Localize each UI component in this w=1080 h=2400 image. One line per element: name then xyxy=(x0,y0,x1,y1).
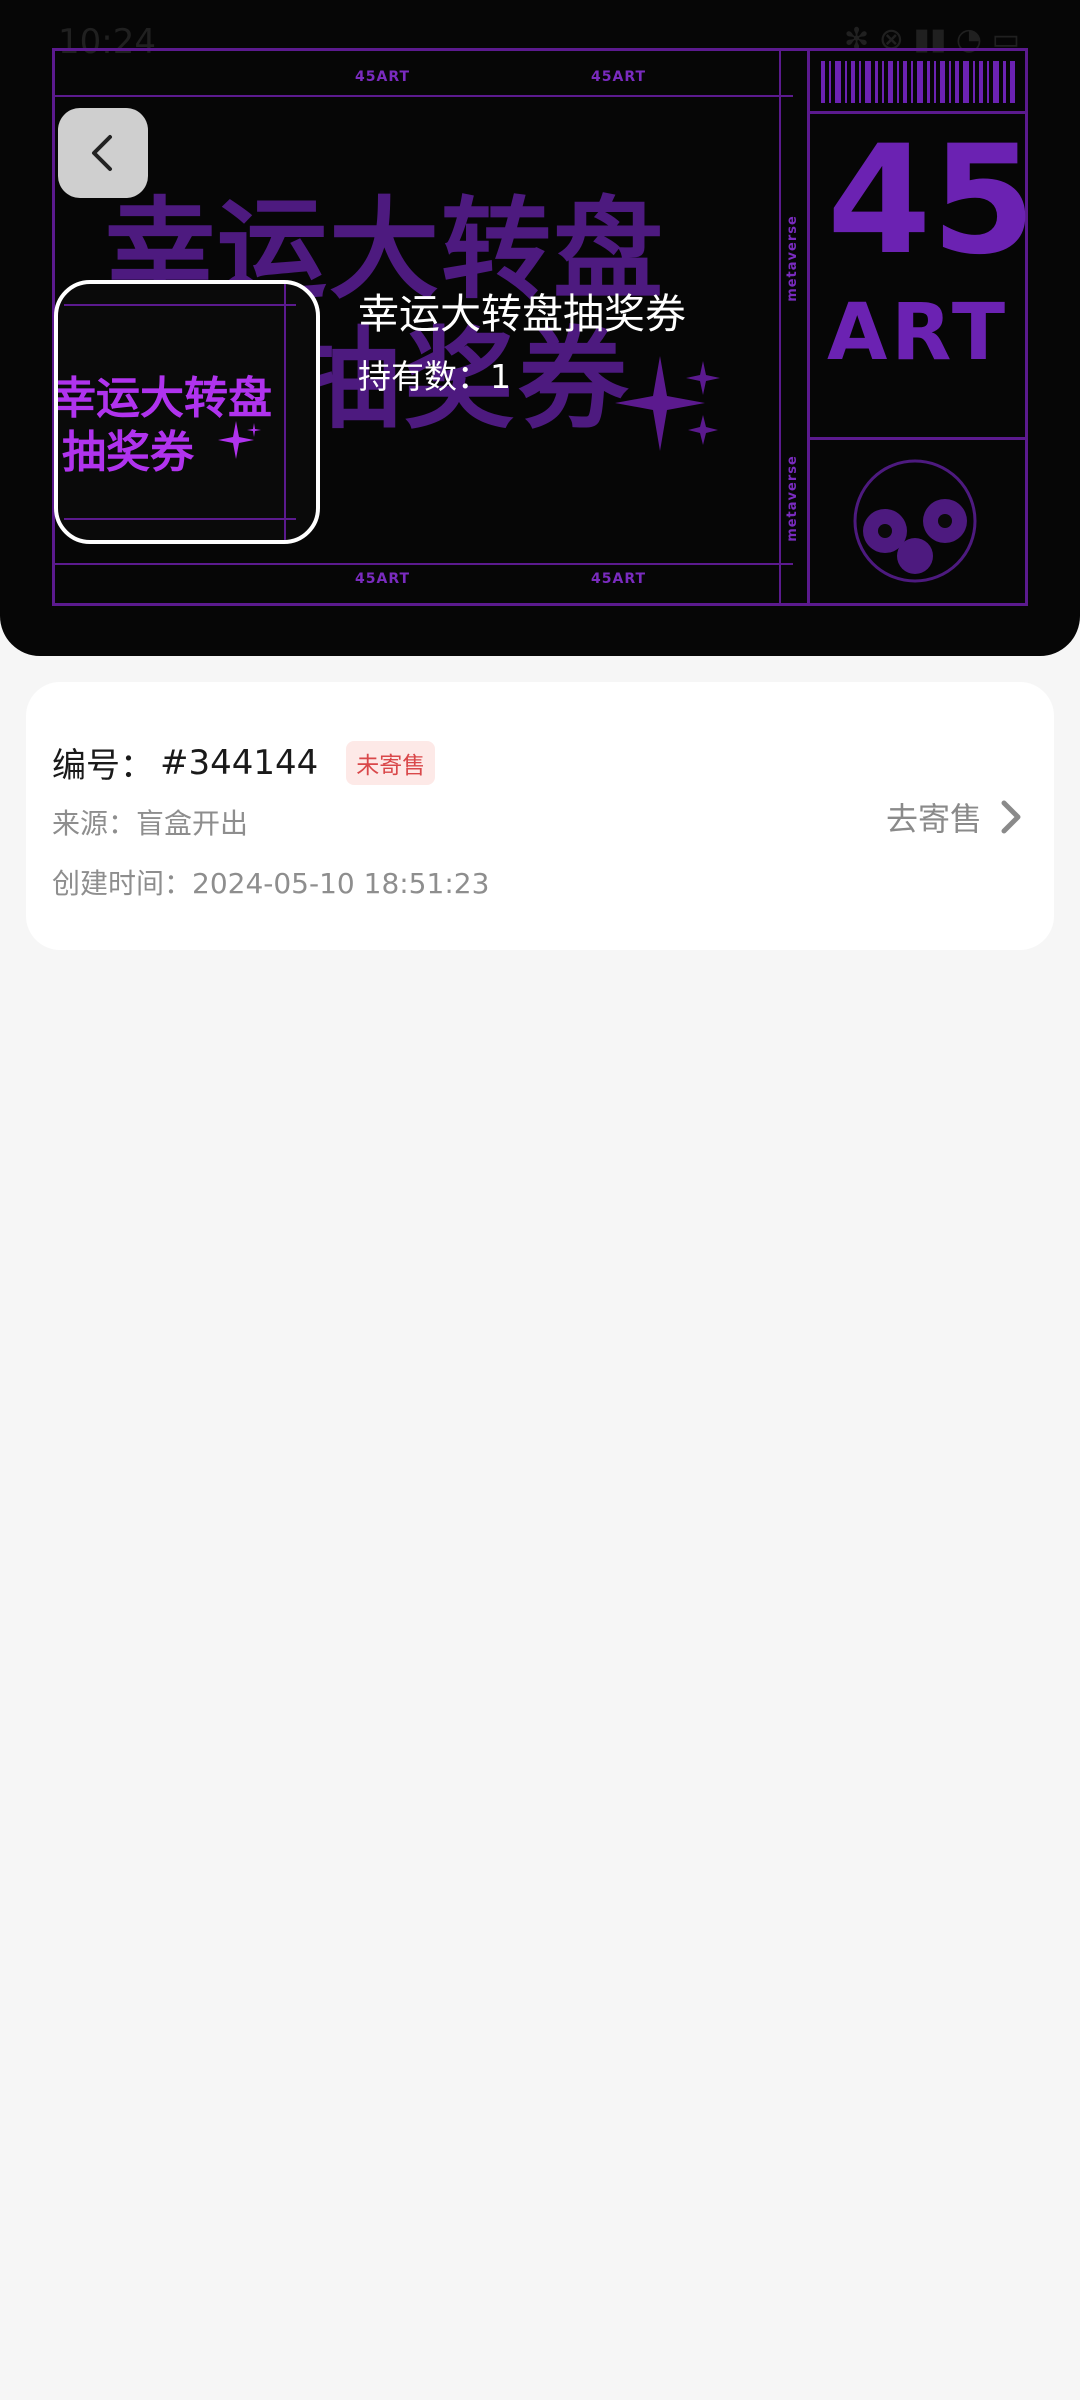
frame-line xyxy=(807,51,810,606)
nft-thumbnail: 幸运大转盘 抽奖券 xyxy=(54,280,320,544)
brand-label: 45ART xyxy=(355,69,411,85)
barcode-graphic xyxy=(821,61,1015,103)
thumb-title-line2: 抽奖券 xyxy=(62,427,194,478)
chevron-right-icon xyxy=(1001,800,1021,834)
thumb-frame-line xyxy=(64,304,296,306)
art-word: ART xyxy=(827,288,1010,378)
frame-line xyxy=(55,563,793,565)
brand-label: 45ART xyxy=(355,571,411,587)
brand-label: 45ART xyxy=(591,69,647,85)
source-text: 来源：盲盒开出 xyxy=(52,807,249,840)
side-label: metaverse xyxy=(784,215,800,302)
created-time: 创建时间：2024-05-10 18:51:23 xyxy=(52,867,490,900)
status-badge: 未寄售 xyxy=(346,740,436,785)
consign-button[interactable]: 去寄售 xyxy=(886,794,1024,840)
hold-count: 持有数：1 xyxy=(358,357,511,396)
side-label: metaverse xyxy=(784,455,800,542)
art-number: 45 xyxy=(827,114,1036,288)
thumb-frame-line xyxy=(64,518,296,520)
nft-banner: 10:24 ✻ ⊗ ▮▮ ◔ ▭ 45ART 45ART 45ART 45ART… xyxy=(0,0,1080,656)
serial-label: 编号： xyxy=(52,746,154,786)
brand-label: 45ART xyxy=(591,571,647,587)
frame-line xyxy=(55,95,793,97)
sparkle-icon xyxy=(218,421,261,459)
consign-label: 去寄售 xyxy=(885,800,982,838)
serial-value: #344144 xyxy=(160,742,319,783)
item-name: 幸运大转盘抽奖券 xyxy=(358,290,686,338)
chevron-left-icon xyxy=(92,135,112,171)
serial-row: 编号： #344144 未寄售 xyxy=(52,738,436,787)
back-button[interactable] xyxy=(58,108,148,198)
frame-line xyxy=(779,51,781,606)
detail-card: 编号： #344144 未寄售 来源：盲盒开出 创建时间：2024-05-10 … xyxy=(26,682,1054,950)
frame-line xyxy=(807,437,1028,440)
disc-illustration xyxy=(853,459,977,583)
thumb-frame-line xyxy=(284,284,286,540)
